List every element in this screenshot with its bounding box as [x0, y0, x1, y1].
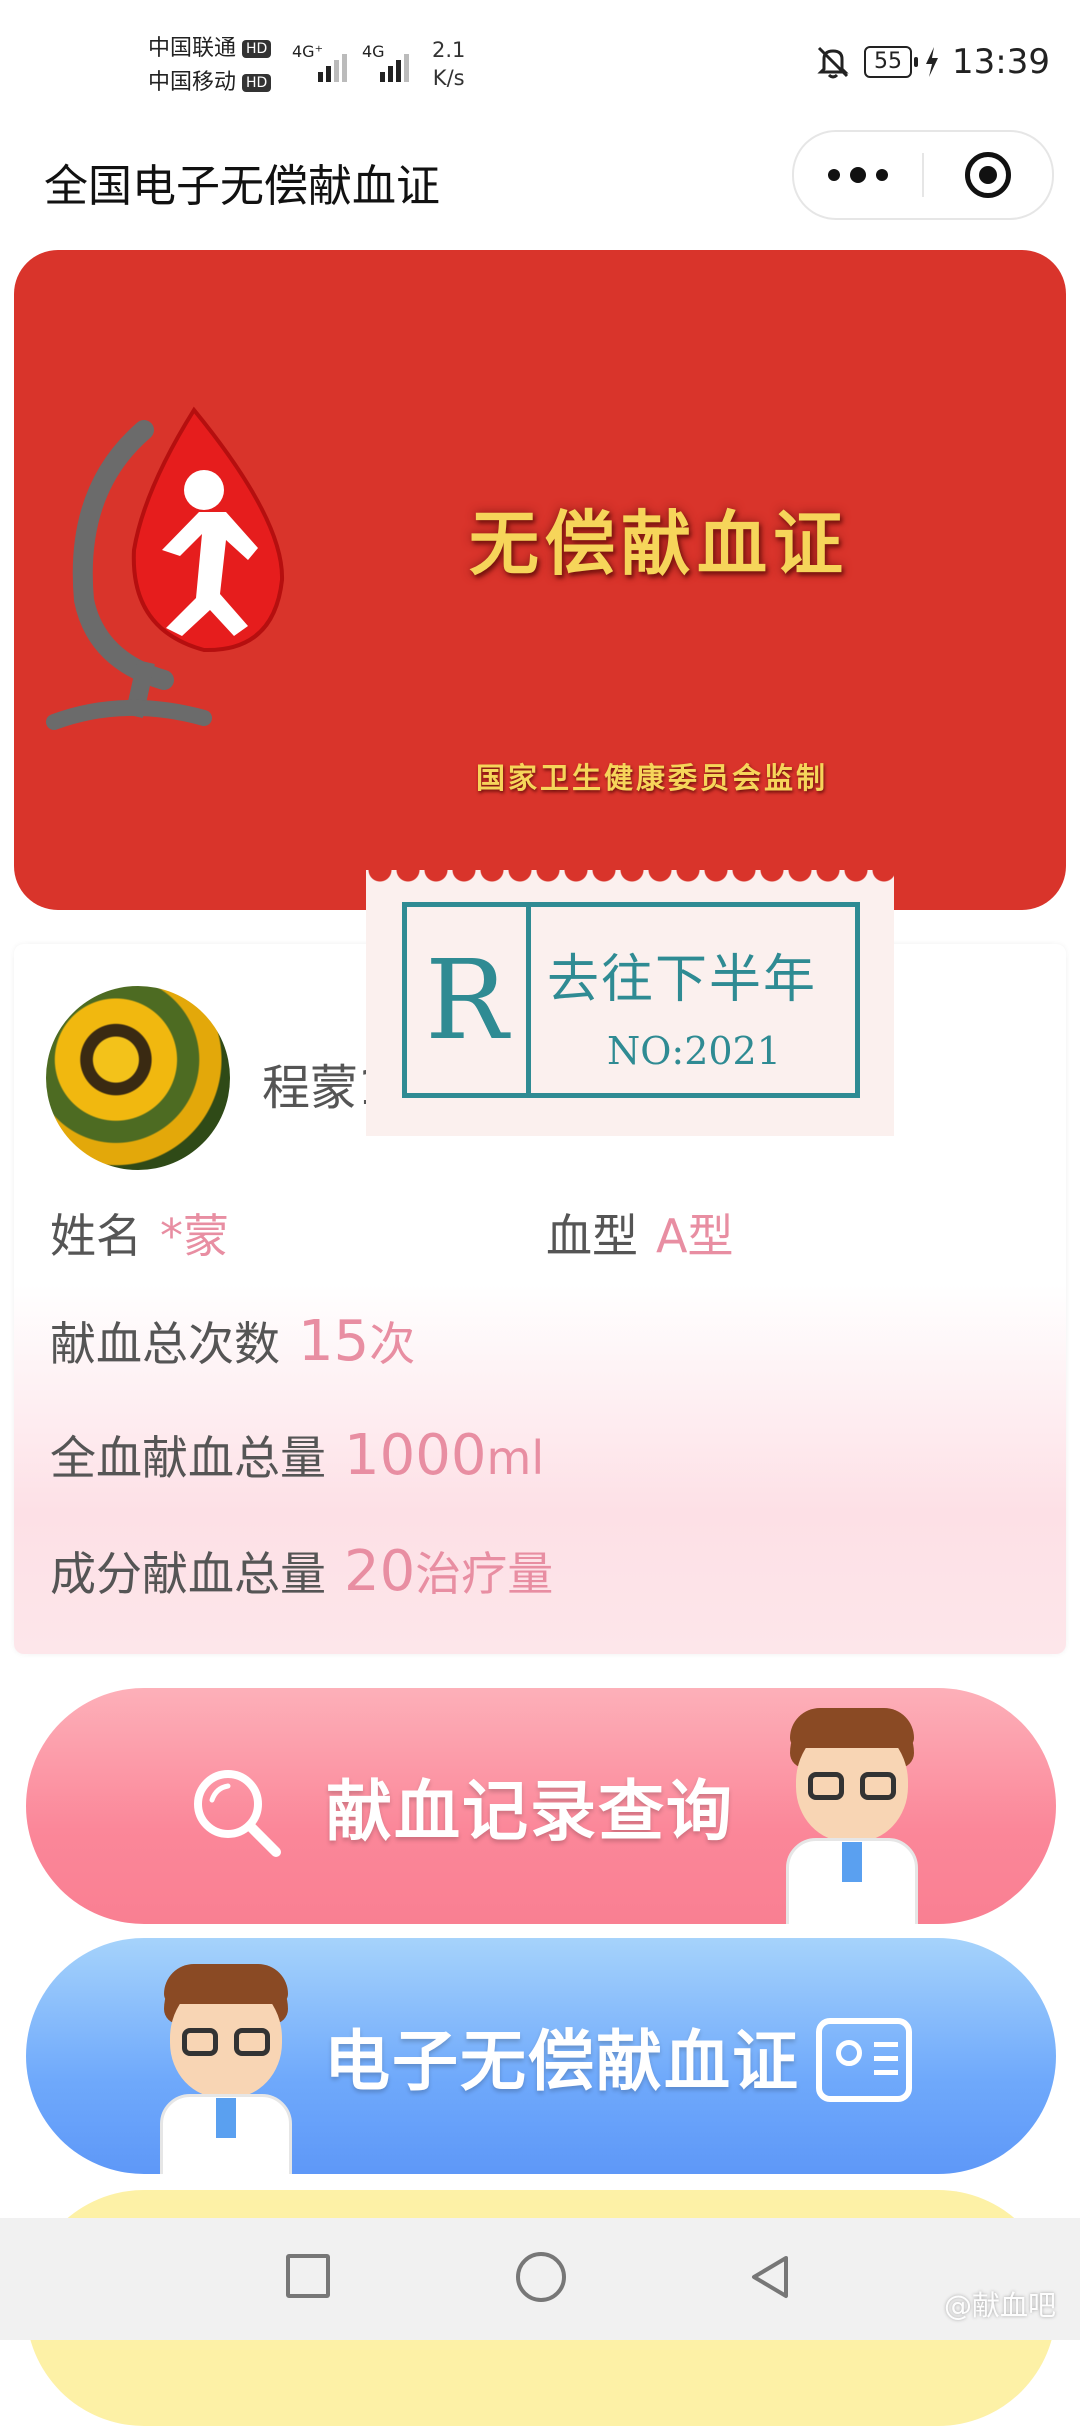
certificate-title: 无偿献血证 — [469, 502, 849, 585]
stamp-number: NO:2021 — [607, 1029, 781, 1073]
dot-icon — [876, 169, 888, 181]
whole-blood-unit: ml — [486, 1431, 545, 1485]
whole-blood-row: 全血献血总量 1000ml — [50, 1422, 544, 1488]
stamp-letter: R — [407, 907, 531, 1093]
donation-certificate-card: 无偿献血证 国家卫生健康委员会监制 — [14, 250, 1066, 910]
carrier-1: 中国联通 — [148, 36, 237, 61]
dot-icon — [850, 167, 866, 183]
records-query-button[interactable]: 献血记录查询 — [26, 1688, 1056, 1924]
total-count-row: 献血总次数 15次 — [50, 1308, 415, 1374]
component-label: 成分献血总量 — [50, 1547, 326, 1601]
system-navigation-bar: @献血吧 — [0, 2218, 1080, 2340]
mute-bell-icon — [817, 46, 849, 79]
system-status: 55 13:39 — [814, 42, 1050, 82]
blood-type-label: 血型 — [546, 1209, 638, 1263]
blood-type-row: 血型 A型 — [546, 1200, 733, 1266]
whole-blood-label: 全血献血总量 — [50, 1431, 326, 1485]
mini-program-titlebar: 全国电子无偿献血证 — [0, 130, 1080, 240]
name-value: *蒙 — [160, 1209, 229, 1263]
name-row: 姓名 *蒙 — [50, 1200, 229, 1266]
avatar[interactable] — [46, 986, 230, 1170]
menu-capsule — [792, 130, 1054, 220]
certificate-issuer: 国家卫生健康委员会监制 — [476, 761, 829, 795]
stamp-perforation-top — [366, 870, 894, 886]
component-number: 20 — [344, 1539, 416, 1604]
target-icon — [965, 152, 1011, 198]
half-year-stamp: R 去往下半年 NO:2021 — [366, 870, 894, 1136]
back-button[interactable] — [746, 2252, 796, 2302]
component-unit: 治疗量 — [415, 1547, 554, 1601]
signal-bars-2-icon — [380, 46, 409, 82]
battery-indicator: 55 — [864, 46, 919, 78]
component-row: 成分献血总量 20治疗量 — [50, 1538, 553, 1604]
records-query-label: 献血记录查询 — [326, 1773, 734, 1850]
carrier-info: 中国联通 HD 中国移动 HD — [148, 32, 272, 100]
hd-badge: HD — [242, 74, 272, 92]
total-count-label: 献血总次数 — [50, 1317, 280, 1371]
whole-blood-number: 1000 — [344, 1423, 487, 1488]
watermark: @献血吧 — [943, 2289, 1056, 2322]
stamp-text: 去往下半年 — [547, 950, 818, 1010]
carrier-2: 中国移动 — [148, 70, 237, 95]
clock: 13:39 — [952, 42, 1050, 82]
status-bar: 中国联通 HD 中国移动 HD 4G⁺ 4G 2.1 K/s 55 13:39 — [0, 0, 1080, 130]
blood-donation-logo-icon — [46, 406, 285, 730]
doctor-mascot-icon — [766, 1702, 936, 1924]
close-mini-program-button[interactable] — [924, 152, 1052, 198]
hd-badge: HD — [242, 40, 272, 58]
total-count-unit: 次 — [369, 1317, 416, 1371]
search-icon — [194, 1770, 281, 1857]
recent-apps-button[interactable] — [286, 2254, 330, 2298]
electronic-certificate-button[interactable]: 电子无偿献血证 — [26, 1938, 1056, 2174]
id-card-icon — [816, 2018, 912, 2102]
doctor-mascot-icon — [140, 1958, 310, 2174]
electronic-certificate-label: 电子无偿献血证 — [324, 2023, 800, 2100]
stamp-frame: R 去往下半年 NO:2021 — [402, 902, 860, 1098]
total-count-number: 15 — [298, 1309, 370, 1374]
net-speed: 2.1 K/s — [432, 38, 466, 90]
dot-icon — [828, 169, 840, 181]
charging-bolt-icon — [926, 47, 939, 77]
name-label: 姓名 — [50, 1209, 142, 1263]
signal-bars-1-icon — [318, 46, 347, 82]
home-button[interactable] — [516, 2252, 566, 2302]
page-title: 全国电子无偿献血证 — [44, 161, 440, 212]
blood-type-value: A型 — [656, 1209, 734, 1263]
more-options-button[interactable] — [794, 132, 922, 218]
